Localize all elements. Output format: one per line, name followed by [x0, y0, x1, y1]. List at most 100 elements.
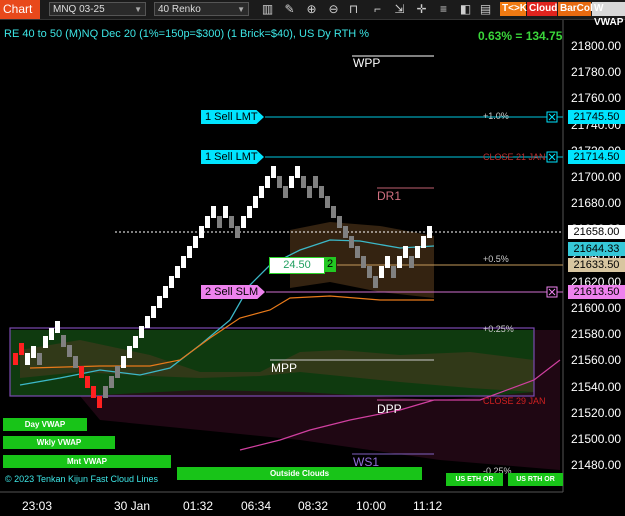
renko-brick	[373, 276, 378, 288]
renko-brick	[427, 226, 432, 238]
renko-brick	[301, 176, 306, 188]
renko-brick	[55, 321, 60, 333]
period-selector[interactable]: 40 Renko ▼	[154, 2, 249, 16]
renko-brick	[361, 256, 366, 268]
price-axis-label: 21700.00	[571, 170, 622, 184]
magnet-icon[interactable]: ⊓	[346, 2, 361, 17]
renko-brick	[421, 236, 426, 248]
order-price-box[interactable]: 24.50	[269, 257, 325, 274]
time-label: 30 Jan	[114, 499, 151, 513]
mnt-vwap-button[interactable]: Mnt VWAP	[3, 455, 171, 468]
chevron-down-icon: ▼	[237, 5, 245, 14]
renko-brick	[145, 316, 150, 328]
price-axis-label: 21480.00	[571, 458, 622, 473]
tk-button[interactable]: T<>K	[500, 2, 527, 16]
stats-icon[interactable]: ▤	[478, 2, 493, 17]
renko-brick	[181, 256, 186, 268]
day-vwap-button[interactable]: Day VWAP	[3, 418, 87, 431]
pointer-icon[interactable]: ⌐	[370, 2, 385, 17]
renko-brick	[67, 345, 72, 357]
renko-brick	[367, 266, 372, 278]
renko-brick	[73, 356, 78, 368]
time-label: 11:12	[413, 499, 443, 513]
time-label: 06:34	[241, 499, 272, 513]
renko-brick	[151, 306, 156, 318]
cancel-order-icon[interactable]	[546, 286, 558, 298]
renko-brick	[19, 343, 24, 355]
renko-brick	[127, 346, 132, 358]
renko-brick	[175, 266, 180, 278]
hide-icon[interactable]: ◧	[458, 2, 473, 17]
cancel-order-icon[interactable]	[546, 111, 558, 123]
us-rth-or-button[interactable]: US RTH OR	[508, 473, 563, 486]
pct-label: +0.25%	[483, 324, 514, 334]
outside-clouds-button[interactable]: Outside Clouds	[177, 467, 422, 480]
sell-lmt-order-1[interactable]: 1 Sell LMT	[201, 110, 264, 124]
cancel-order-icon[interactable]	[546, 151, 558, 163]
barcol-button[interactable]: BarCol	[558, 2, 593, 16]
wvwap-button[interactable]: W VWAP	[592, 2, 625, 28]
renko-brick	[409, 256, 414, 268]
price-axis-label: 21540.00	[571, 379, 622, 394]
renko-brick	[307, 186, 312, 198]
price-tag-sell-slm: 21613.50	[568, 285, 625, 299]
chart-title: Chart	[0, 0, 40, 19]
renko-brick	[187, 246, 192, 258]
wkly-vwap-button[interactable]: Wkly VWAP	[3, 436, 115, 449]
price-axis-label: 21760.00	[571, 91, 622, 106]
draw-icon[interactable]: ✎	[282, 2, 297, 17]
price-axis-label: 21500.00	[571, 432, 622, 446]
renko-brick	[205, 216, 210, 228]
renko-brick	[169, 276, 174, 288]
renko-brick	[355, 246, 360, 258]
renko-brick	[115, 366, 120, 378]
renko-brick	[49, 328, 54, 340]
period-label: 40 Renko	[158, 4, 201, 15]
scroll-icon[interactable]: ⇲	[392, 2, 407, 17]
renko-brick	[313, 176, 318, 188]
renko-brick	[253, 196, 258, 208]
renko-brick	[37, 353, 42, 365]
price-axis-label: 21680.00	[571, 196, 622, 211]
crosshair-icon[interactable]: ✛	[414, 2, 429, 17]
zoom-out-icon[interactable]: ⊖	[326, 2, 341, 17]
close-label: CLOSE 21 JAN	[483, 152, 546, 162]
chart-header: RE 40 to 50 (M)NQ Dec 20 (1%=150p=$300) …	[4, 28, 370, 40]
renko-brick	[277, 176, 282, 188]
renko-brick	[217, 216, 222, 228]
renko-brick	[391, 266, 396, 278]
renko-brick	[211, 206, 216, 218]
instrument-label: MNQ 03-25	[53, 4, 105, 15]
order-qty-box[interactable]: 2	[324, 257, 336, 272]
bar-style-icon[interactable]: ▥	[260, 2, 275, 17]
renko-brick	[85, 376, 90, 388]
pct-label: +0.5%	[483, 254, 509, 264]
renko-brick	[283, 186, 288, 198]
renko-brick	[61, 335, 66, 347]
time-label: 08:32	[298, 499, 329, 513]
price-tag-sell-lmt-1: 21745.50	[568, 110, 625, 124]
change-readout: 0.63% = 134.75	[478, 29, 563, 43]
us-eth-or-button[interactable]: US ETH OR	[446, 473, 503, 486]
sell-lmt-order-2[interactable]: 1 Sell LMT	[201, 150, 264, 164]
renko-brick	[97, 396, 102, 408]
renko-brick	[43, 336, 48, 348]
close-label: CLOSE 29 JAN	[483, 396, 546, 406]
time-label: 01:32	[183, 499, 214, 513]
renko-brick	[121, 356, 126, 368]
cloud-button[interactable]: Cloud	[527, 2, 557, 16]
renko-brick	[241, 216, 246, 228]
renko-brick	[379, 266, 384, 278]
renko-brick	[295, 166, 300, 178]
sell-slm-order[interactable]: 2 Sell SLM	[201, 285, 265, 299]
dpp-label: DPP	[377, 402, 402, 416]
dr1-label: DR1	[377, 189, 402, 203]
properties-icon[interactable]: ≡	[436, 2, 451, 17]
renko-brick	[349, 236, 354, 248]
instrument-selector[interactable]: MNQ 03-25 ▼	[49, 2, 146, 16]
zoom-in-icon[interactable]: ⊕	[304, 2, 319, 17]
renko-brick	[13, 353, 18, 365]
renko-brick	[79, 366, 84, 378]
chart-toolbar: Chart MNQ 03-25 ▼ 40 Renko ▼ ▥ ✎ ⊕ ⊖ ⊓ ⌐…	[0, 0, 625, 28]
renko-brick	[289, 176, 294, 188]
